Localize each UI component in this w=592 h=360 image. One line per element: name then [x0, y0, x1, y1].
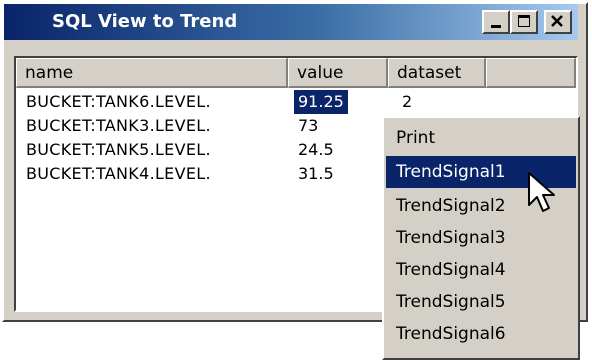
- menu-item-trendsignal3[interactable]: TrendSignal3: [386, 222, 576, 254]
- arrow-pointer-icon: [528, 172, 555, 212]
- menu-item-trendsignal6[interactable]: TrendSignal6: [386, 318, 576, 350]
- cell-name-row-4[interactable]: BUCKET:TANK4.LEVEL.: [26, 162, 211, 186]
- column-header-value[interactable]: value: [288, 58, 388, 88]
- cell-value-row-1[interactable]: 91.25: [294, 90, 348, 114]
- column-header-empty[interactable]: [486, 58, 576, 88]
- maximize-icon: [518, 15, 530, 27]
- close-button[interactable]: [544, 10, 572, 34]
- close-icon: [551, 15, 563, 27]
- menu-item-trendsignal5[interactable]: TrendSignal5: [386, 286, 576, 318]
- column-header-dataset[interactable]: dataset: [388, 58, 486, 88]
- column-header-name[interactable]: name: [16, 58, 288, 88]
- cell-dataset-row-1[interactable]: 2: [402, 90, 412, 114]
- context-menu: Print TrendSignal1 TrendSignal2 TrendSig…: [382, 116, 580, 360]
- maximize-button[interactable]: [510, 10, 538, 34]
- cell-name-row-1[interactable]: BUCKET:TANK6.LEVEL.: [26, 90, 211, 114]
- cell-name-row-2[interactable]: BUCKET:TANK3.LEVEL.: [26, 114, 211, 138]
- minimize-icon: [491, 25, 501, 28]
- minimize-button[interactable]: [482, 10, 510, 34]
- title-bar[interactable]: SQL View to Trend: [4, 4, 578, 40]
- grid-header: name value dataset: [16, 58, 576, 88]
- cell-value-row-2[interactable]: 73: [298, 114, 318, 138]
- menu-item-print[interactable]: Print: [386, 122, 576, 154]
- window-title: SQL View to Trend: [52, 11, 238, 32]
- cell-name-row-3[interactable]: BUCKET:TANK5.LEVEL.: [26, 138, 211, 162]
- cell-value-row-4[interactable]: 31.5: [298, 162, 334, 186]
- cell-value-row-3[interactable]: 24.5: [298, 138, 334, 162]
- menu-item-trendsignal4[interactable]: TrendSignal4: [386, 254, 576, 286]
